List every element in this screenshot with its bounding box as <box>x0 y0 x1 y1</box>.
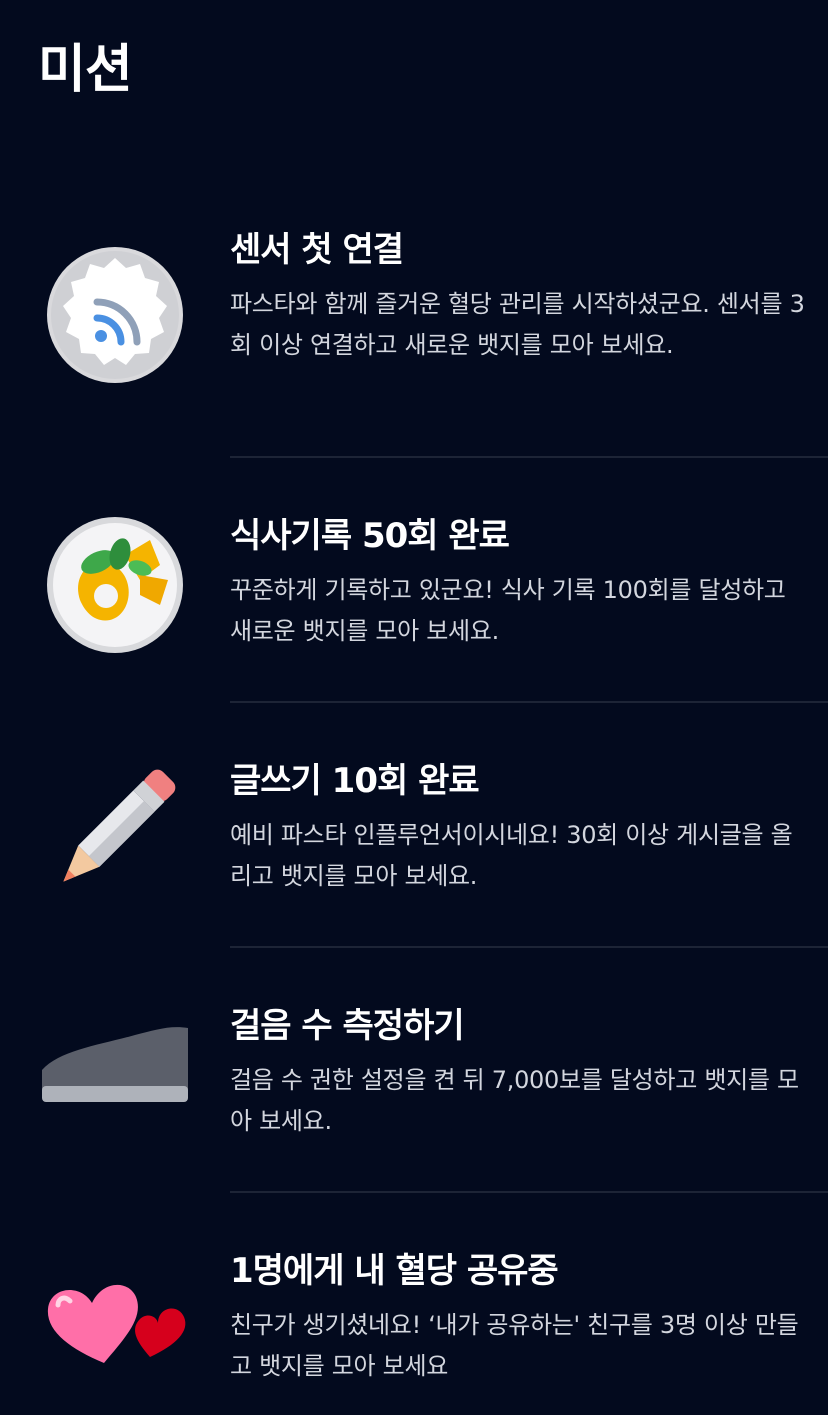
divider <box>230 456 828 458</box>
divider <box>230 1191 828 1193</box>
mission-title: 센서 첫 연결 <box>230 230 404 270</box>
pencil-icon <box>40 755 190 905</box>
divider <box>230 701 828 703</box>
mission-description: 걸음 수 권한 설정을 켠 뒤 7,000보를 달성하고 뱃지를 모아 보세요. <box>230 1066 799 1135</box>
mission-description: 예비 파스타 인플루언서이시네요! 30회 이상 게시글을 올리고 뱃지를 모아… <box>230 821 793 890</box>
mission-text: 1명에게 내 혈당 공유중 친구가 생기셨네요! ‘내가 공유하는' 친구를 3… <box>230 1251 805 1387</box>
hearts-icon <box>40 1245 190 1395</box>
mission-text: 글쓰기 10회 완료 예비 파스타 인플루언서이시네요! 30회 이상 게시글을… <box>230 761 805 897</box>
sensor-badge-icon <box>40 240 190 390</box>
shoe-icon <box>40 1000 190 1150</box>
mission-description: 꾸준하게 기록하고 있군요! 식사 기록 100회를 달성하고 새로운 뱃지를 … <box>230 576 786 645</box>
pasta-plate-icon <box>40 510 190 660</box>
page-title: 미션 <box>38 40 133 100</box>
mission-text: 센서 첫 연결 파스타와 함께 즐거운 혈당 관리를 시작하셨군요. 센서를 3… <box>230 230 805 366</box>
mission-title: 글쓰기 10회 완료 <box>230 761 480 801</box>
mission-text: 걸음 수 측정하기 걸음 수 권한 설정을 켠 뒤 7,000보를 달성하고 뱃… <box>230 1006 805 1142</box>
mission-description: 파스타와 함께 즐거운 혈당 관리를 시작하셨군요. 센서를 3회 이상 연결하… <box>230 290 805 359</box>
mission-title: 1명에게 내 혈당 공유중 <box>230 1251 559 1291</box>
mission-text: 식사기록 50회 완료 꾸준하게 기록하고 있군요! 식사 기록 100회를 달… <box>230 516 805 652</box>
divider <box>230 946 828 948</box>
mission-title: 식사기록 50회 완료 <box>230 516 510 556</box>
mission-description: 친구가 생기셨네요! ‘내가 공유하는' 친구를 3명 이상 만들고 뱃지를 모… <box>230 1311 799 1380</box>
mission-title: 걸음 수 측정하기 <box>230 1006 465 1046</box>
